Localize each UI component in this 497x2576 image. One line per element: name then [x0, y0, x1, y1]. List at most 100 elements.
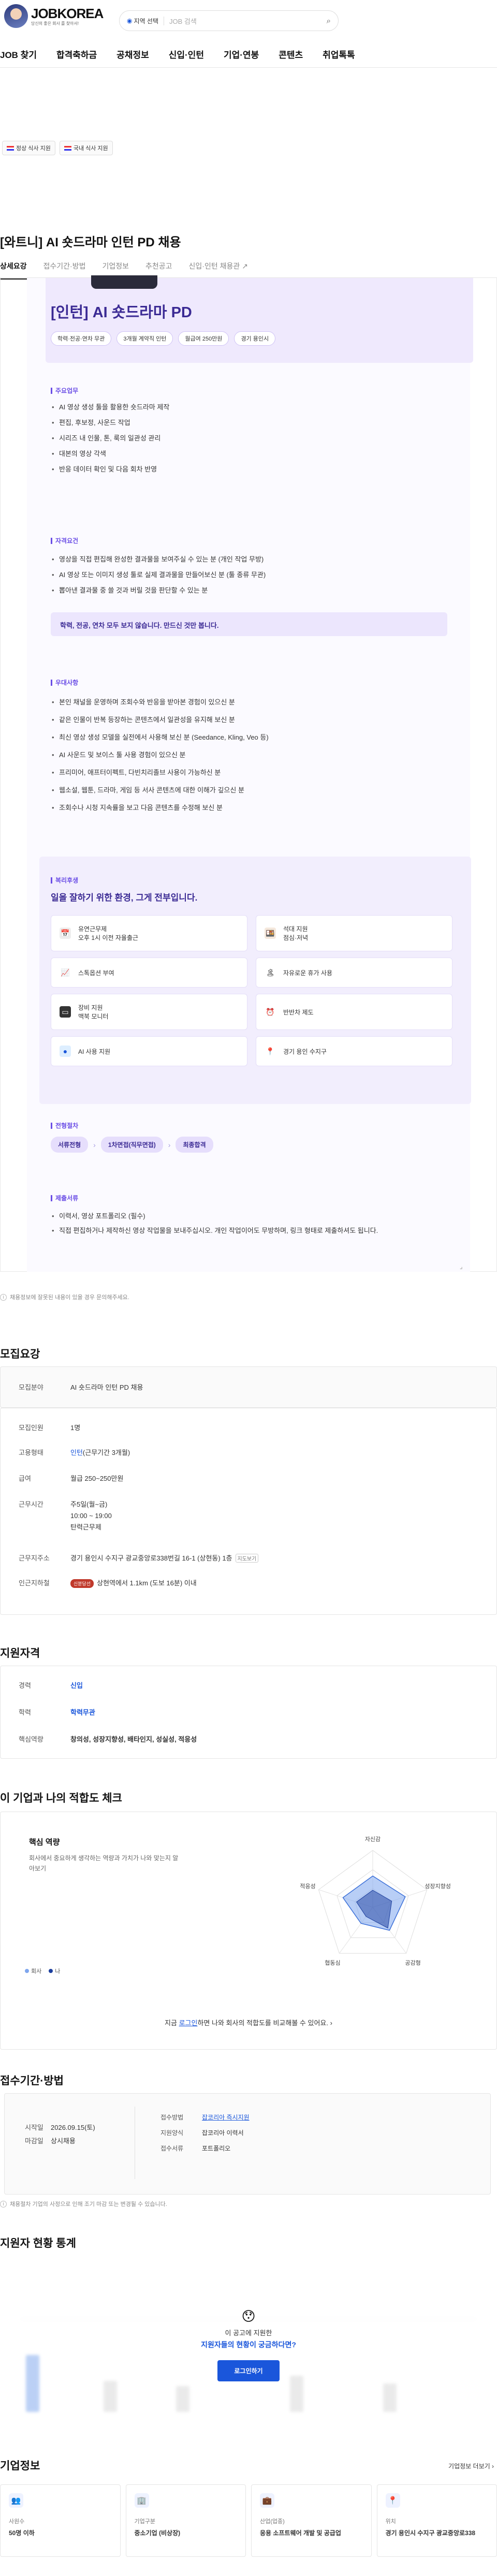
- list-item: 대본의 영상 각색: [51, 446, 455, 462]
- overlay-text: 지원자들의 현황이 궁금하다면?: [201, 2341, 296, 2349]
- hero-pill: 월급여 250만원: [178, 331, 229, 346]
- row-label: 접수서류: [160, 2145, 184, 2152]
- search-icon[interactable]: ⌕: [327, 17, 331, 25]
- benefit-text: AI 사용 지원: [78, 1048, 111, 1055]
- row-label: 지원양식: [160, 2129, 184, 2137]
- meal-icon: 🍱: [265, 928, 276, 939]
- benefit-text: 유연근무제 오후 1시 이전 자율출근: [78, 925, 139, 941]
- cta-text: 하면 나와 회사의 적합도를 비교해볼 수 있어요.: [197, 2019, 328, 2027]
- list-item: 뽑아낸 결과물 중 쓸 것과 버릴 것을 판단할 수 있는 분: [51, 583, 455, 598]
- apply-note: i 채용절차 기업의 사정으로 인해 조기 마감 또는 변경될 수 있습니다.: [0, 2200, 167, 2208]
- chevron-right-icon: ›: [492, 2463, 494, 2470]
- row-value: 상시채용: [51, 2137, 76, 2145]
- field-label: 모집분야: [19, 1383, 43, 1391]
- row-value: 주5일(월~금): [70, 1500, 108, 1508]
- row-value: 학력무관: [70, 1709, 95, 1716]
- filter-chip[interactable]: 정상 식사 지원: [2, 141, 55, 155]
- benefit-text: 경기 용인 수지구: [283, 1048, 327, 1055]
- tab-apply[interactable]: 접수기간·방법: [43, 261, 86, 271]
- apply-end: 마감일 상시채용: [25, 2136, 76, 2145]
- search-input[interactable]: JOB 검색: [169, 16, 321, 26]
- summary-row: 인근지하철 신분당선 상현역에서 1.1km (도보 16분) 이내: [19, 1578, 197, 1588]
- ai-icon: ●: [60, 1046, 71, 1057]
- company-more-link[interactable]: 기업정보 더보기 ›: [448, 2462, 494, 2470]
- nav-entry[interactable]: 신입·인턴: [169, 48, 204, 61]
- search-bar[interactable]: ◉ 지역 선택 JOB 검색 ⌕: [119, 10, 339, 31]
- row-label: 인근지하철: [19, 1579, 50, 1587]
- tab-company[interactable]: 기업정보: [102, 261, 129, 271]
- row-value: 10:00 ~ 19:00: [70, 1512, 112, 1520]
- nav-talk[interactable]: 취업톡톡: [323, 48, 355, 61]
- row-label: 시작일: [25, 2124, 43, 2131]
- row-value[interactable]: 잡코리아 즉시지원: [202, 2114, 250, 2121]
- location-selector[interactable]: ◉ 지역 선택: [127, 16, 164, 25]
- process-step: 1차면접(직무면접): [100, 1137, 163, 1153]
- row-label: 근무시간: [19, 1500, 43, 1508]
- list-item: 이력서, 영상 포트폴리오 (필수): [51, 1209, 449, 1224]
- summary-row: 근무시간 주5일(월~금) 10:00 ~ 19:00 탄력근무제: [19, 1499, 112, 1533]
- chip-label: 정상 식사 지원: [16, 145, 51, 152]
- req-row: 학력 학력무관: [19, 1707, 95, 1717]
- report-note: i 채용정보에 잘못된 내용이 있을 경우 문의해주세요.: [0, 1293, 129, 1301]
- apply-panel: [4, 2093, 491, 2195]
- benefit-card: 📈 스톡옵션 부여: [51, 958, 247, 988]
- legend-label: 회사: [31, 1968, 42, 1975]
- nav-public[interactable]: 공채정보: [116, 48, 149, 61]
- apply-start: 시작일 2026.09.15(토): [25, 2122, 95, 2132]
- chevron-right-icon: ›: [330, 2019, 332, 2027]
- summary-row: 모집인원 1명: [19, 1422, 80, 1432]
- company-card: 👥 사원수 50명 이하: [0, 2484, 121, 2557]
- pin-icon: ◉: [127, 17, 133, 24]
- tab-detail[interactable]: 상세요강: [0, 261, 27, 279]
- benefit-card: 🏝 자유로운 휴가 사용: [256, 958, 452, 988]
- fit-cta: 지금 로그인하면 나와 회사의 적합도를 비교해볼 수 있어요. ›: [0, 2018, 497, 2027]
- nav-job-search[interactable]: JOB 찾기: [0, 48, 37, 61]
- pin-icon: 📍: [266, 1047, 275, 1055]
- hero-title: [인턴] AI 숏드라마 PD: [51, 304, 192, 321]
- row-label: 경력: [19, 1682, 31, 1689]
- company-card: 🏢 기업구분 중소기업 (비상장): [125, 2484, 246, 2557]
- row-label: 급여: [19, 1475, 31, 1482]
- nav-bonus[interactable]: 합격축하금: [56, 48, 97, 61]
- apply-note-text: 채용절차 기업의 사정으로 인해 조기 마감 또는 변경될 수 있습니다.: [10, 2201, 167, 2207]
- preferred-label: 우대사항: [51, 678, 78, 687]
- company-card: 📍 위치 경기 용인시 수지구 광교중앙로338: [376, 2484, 497, 2557]
- documents-list: 이력서, 영상 포트폴리오 (필수) 직접 편집하거나 제작하신 영상 작업물을…: [51, 1209, 449, 1238]
- stats-overlay: 😯 이 공고에 지원한 지원자들의 현황이 궁금하다면? 로그인하기: [171, 2308, 326, 2381]
- benefit-card: 🍱 석대 지원 점심·저녁: [256, 915, 452, 951]
- company-card: 💼 산업(업종) 응용 소프트웨어 개발 및 공급업: [251, 2484, 372, 2557]
- people-icon: 👥: [9, 2493, 23, 2508]
- hero-pills: 학력·전공·연차 무관 3개월 계약직 인턴 월급여 250만원 경기 용인시: [51, 331, 276, 346]
- row-value: 포트폴리오: [202, 2145, 231, 2152]
- arrow-right-icon: ›: [93, 1140, 96, 1149]
- filter-chips: 정상 식사 지원 국내 식사 지원: [2, 141, 113, 155]
- benefit-card: ▭ 장비 지원 맥북 모니터: [51, 994, 247, 1030]
- filter-chip[interactable]: 국내 식사 지원: [59, 141, 113, 155]
- tab-entry[interactable]: 신입·인턴 채용관 ↗: [189, 261, 248, 271]
- login-button[interactable]: 로그인하기: [217, 2360, 280, 2381]
- logo-avatar-image: [4, 4, 28, 28]
- more-label: 기업정보 더보기: [448, 2463, 490, 2470]
- nav-company[interactable]: 기업·연봉: [224, 48, 259, 61]
- row-value: 경기 용인시 수지구 광교중앙로338번길 16-1 (상현동) 1층: [70, 1554, 232, 1562]
- row-value: 잡코리아 이력서: [202, 2129, 244, 2137]
- tab-recommend[interactable]: 추천공고: [145, 261, 172, 271]
- summary-field: 모집분야 AI 숏드라마 인턴 PD 채용: [19, 1382, 143, 1392]
- logo[interactable]: JOBKOREA 당신의 좋은 회사 를 찾아서!: [4, 4, 104, 28]
- field-value: AI 숏드라마 인턴 PD 채용: [70, 1383, 143, 1391]
- qualifications-list: 영상을 직접 편집해 완성한 결과물을 보여주실 수 있는 분 (개인 작업 무…: [51, 552, 455, 598]
- benefit-text: 자유로운 휴가 사용: [283, 969, 332, 977]
- row-value: 인턴: [70, 1449, 83, 1456]
- benefit-card: 📍 경기 용인 수지구: [256, 1036, 452, 1066]
- list-item: 시리즈 내 인물, 톤, 룩의 일관성 관리: [51, 431, 455, 446]
- nav-content[interactable]: 콘텐츠: [279, 48, 303, 61]
- flag-icon: [64, 145, 71, 151]
- location-label: 지역 선택: [134, 17, 158, 25]
- process-step: 서류전형: [51, 1137, 89, 1153]
- login-link[interactable]: 로그인: [179, 2019, 198, 2027]
- list-item: 프리미어, 애프터이펙트, 다빈치리졸브 사용이 가능하신 분: [51, 764, 455, 782]
- summary-row: 급여 월급 250~250만원: [19, 1473, 123, 1483]
- map-button[interactable]: 지도보기: [235, 1554, 259, 1563]
- row-label: 마감일: [25, 2137, 43, 2145]
- benefit-card: ● AI 사용 지원: [51, 1036, 247, 1066]
